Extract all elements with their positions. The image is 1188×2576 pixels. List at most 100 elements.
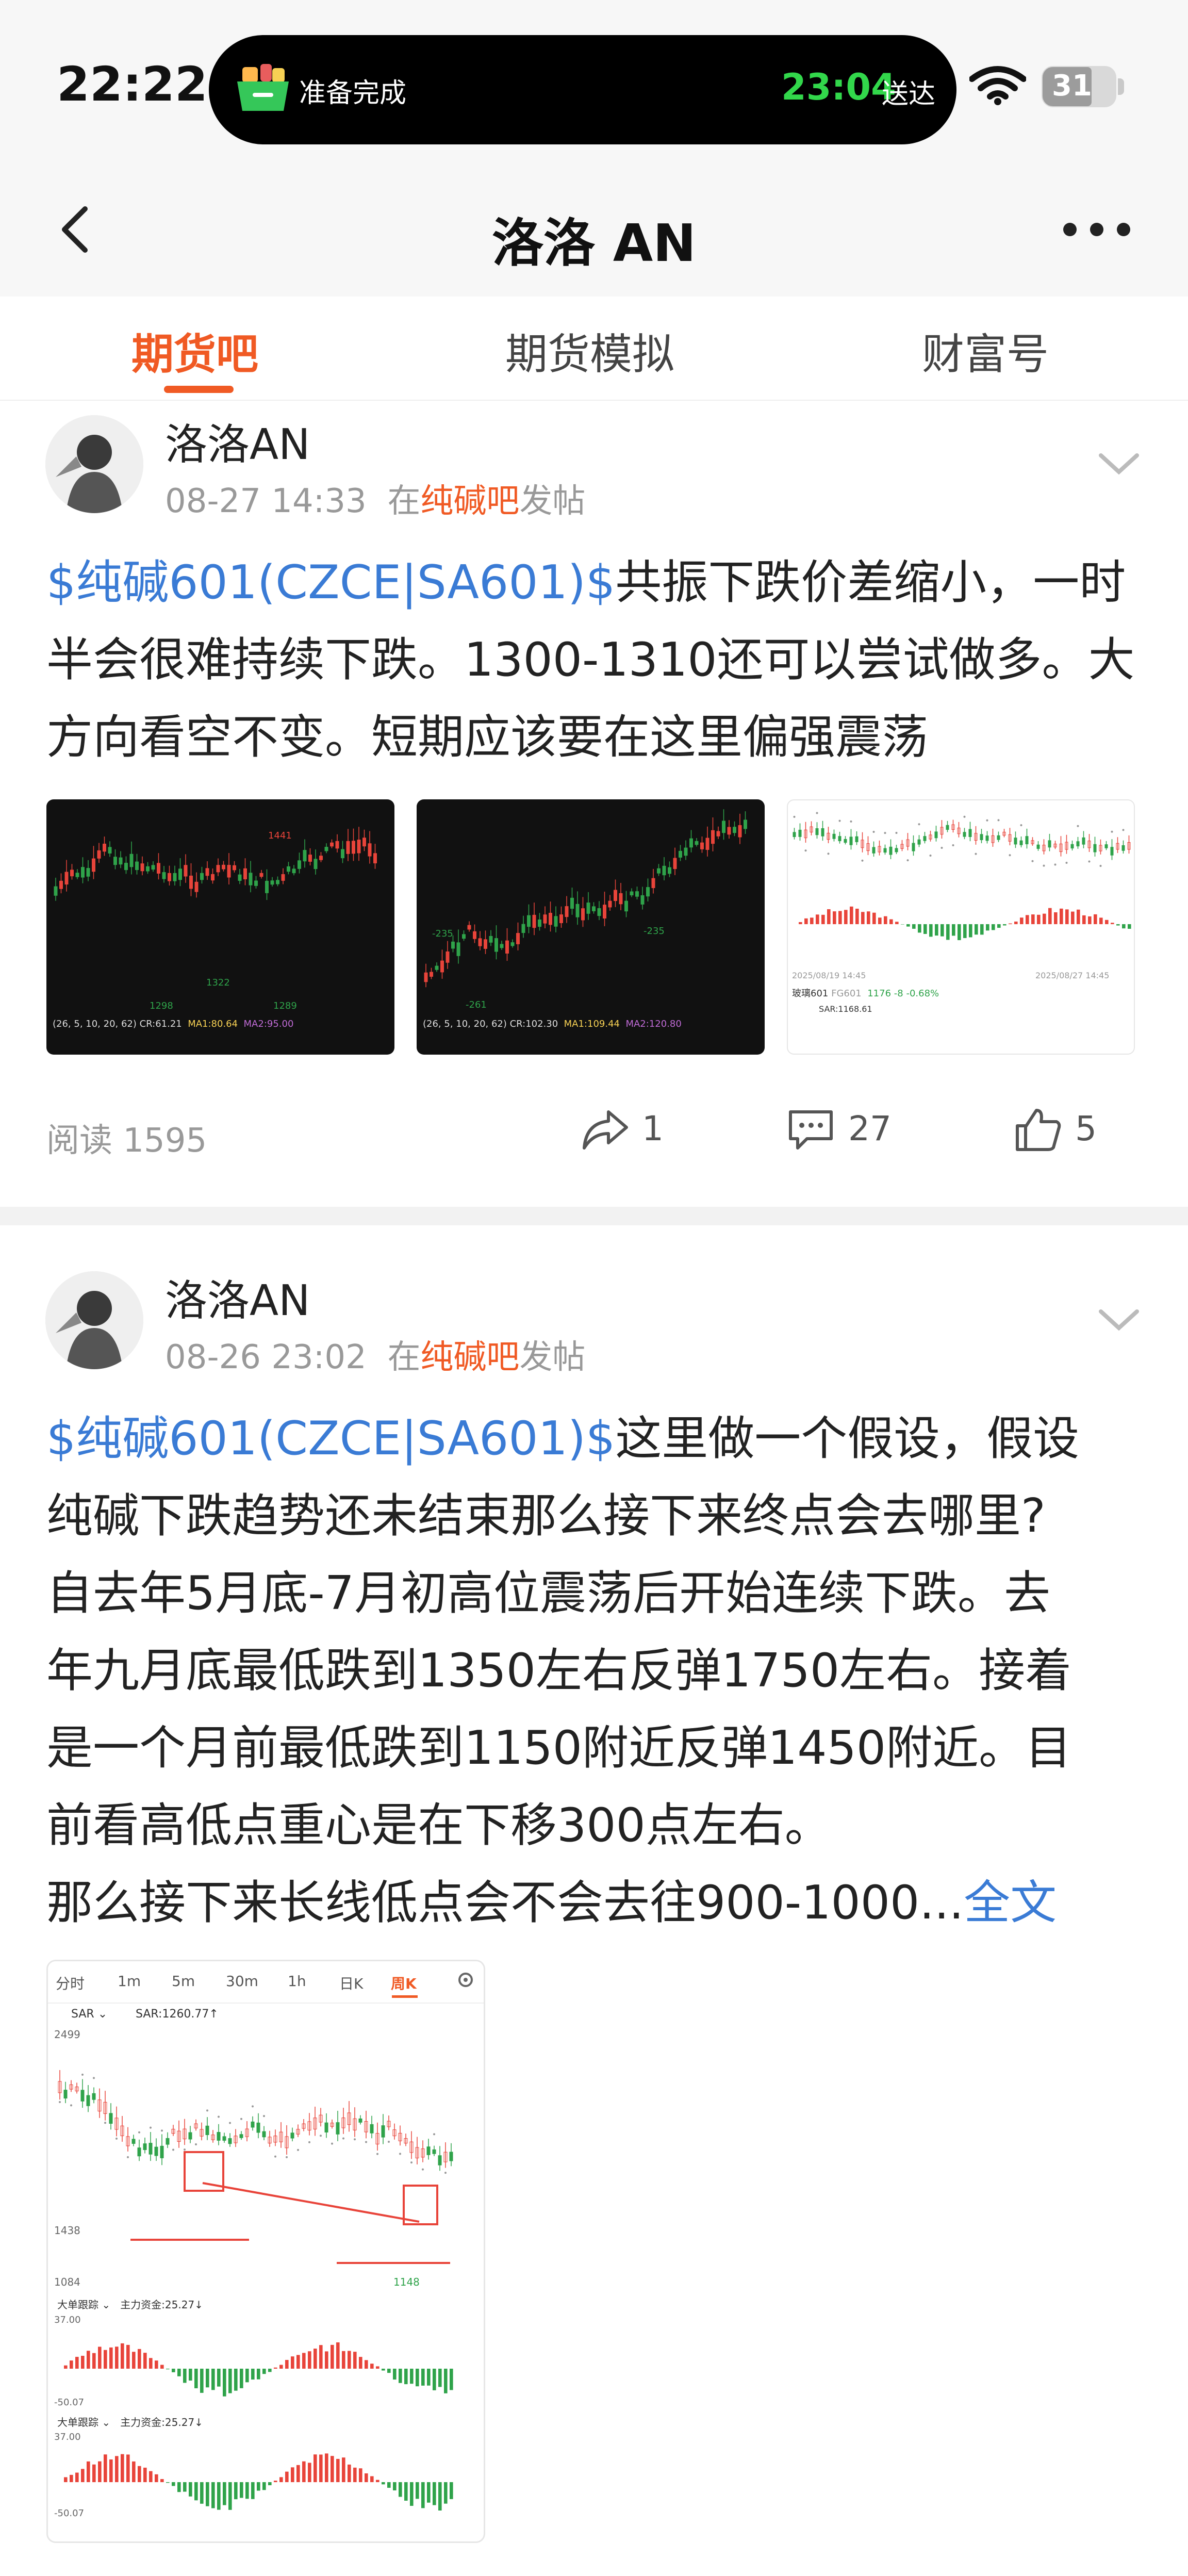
chevron-down-icon[interactable] [1098,1307,1140,1333]
candle-body [592,906,596,911]
post-body[interactable]: $纯碱601(CZCE|SA601)$共振下跌价差缩小，一时半会很难持续下跌。1… [46,544,1150,776]
candle-body [646,887,650,897]
stock-tag-link[interactable]: $纯碱601(CZCE|SA601)$ [46,555,615,610]
like-count[interactable]: 5 [1075,1109,1097,1148]
candle-body [162,872,166,879]
candle-body [426,2146,431,2155]
volume-bar [348,2464,351,2482]
volume-bar [399,2482,402,2497]
sar-dot [320,2135,322,2137]
stock-tag-link[interactable]: $纯碱601(CZCE|SA601)$ [46,1412,615,1466]
volume-bar [172,2482,175,2486]
candle-body [705,838,710,850]
candle-body [849,836,853,845]
avatar[interactable] [45,1271,143,1369]
candle-body [97,850,101,859]
tab-wealth[interactable]: 财富号 [922,320,1049,381]
candle-body [516,933,520,944]
volume-bar [296,2465,300,2482]
like-icon[interactable] [1013,1106,1062,1153]
sar-dot [884,832,886,834]
candle-body [239,2134,243,2138]
volume-bar [1048,908,1052,924]
candle-body [985,835,989,841]
avatar[interactable] [45,415,143,513]
post-line-1: $纯碱601(CZCE|SA601)$这里做一个假设，假设 [46,1412,1080,1466]
comment-count[interactable]: 27 [848,1109,892,1148]
share-icon[interactable] [580,1108,629,1152]
candle-body [695,841,699,845]
post-author[interactable]: 洛洛AN [165,1266,310,1327]
candle-body [265,880,269,893]
candle-body [1104,844,1108,848]
volume-bar [353,2467,357,2482]
candle-body [895,848,898,852]
volume-bar [827,909,831,924]
post-board-link[interactable]: 纯碱吧 [420,1338,519,1376]
candle-body [276,880,279,884]
candle-body [575,904,580,917]
volume-bar [1088,916,1092,924]
more-icon[interactable] [1062,222,1132,237]
read-more-link[interactable]: 全文 [964,1876,1057,1930]
thumb2-label-3: -261 [466,999,487,1010]
volume-bar [1077,909,1080,924]
candle-body [700,842,704,849]
candle-body [292,868,296,874]
volume-bar [194,2369,198,2388]
candle-body [432,2149,436,2154]
candle-body [70,869,74,877]
post-author[interactable]: 洛洛AN [165,410,310,471]
share-count[interactable]: 1 [642,1109,664,1148]
tab-futures-sim[interactable]: 期货模拟 [505,320,674,381]
candle-body [178,868,182,880]
volume-bar [262,2482,266,2490]
post-body[interactable]: $纯碱601(CZCE|SA601)$这里做一个假设，假设 纯碱下跌趋势还未结束… [46,1400,1150,1942]
volume-bar [217,2369,221,2387]
volume-bar [992,924,995,930]
volume-bar [382,2482,385,2485]
post-line-6: 前看高低点重心是在下移300点左右。 [46,1798,831,1852]
candle-body [75,873,79,877]
chevron-down-icon[interactable] [1098,451,1140,477]
tab-futures-bar[interactable]: 期货吧 [131,320,258,381]
comment-icon[interactable] [786,1108,835,1152]
candle-body [124,863,128,871]
volume-bar [861,912,865,924]
candle-body [473,931,476,939]
post-image-2[interactable]: -235 -235 -261 (26, 5, 10, 20, 62) CR:10… [417,799,765,1055]
volume-bar [285,2360,289,2369]
volume-bar [438,2369,442,2387]
volume-bar [1014,921,1018,924]
post-image-big-chart[interactable]: 分时 1m 5m 30m 1h 日K 周K SAR ⌄ SAR:1260.77↑… [46,1960,485,2543]
candle-body [446,951,450,963]
volume-bar [245,2369,249,2383]
volume-bar [433,2369,436,2390]
candle-body [424,972,428,982]
volume-bar [138,2349,141,2369]
sar-dot [365,2141,367,2143]
candle-body [478,938,482,946]
candle-body [855,836,859,842]
thumb3-date1: 2025/08/19 14:45 [792,971,866,980]
volume-bar [268,2369,272,2372]
sar-dot [929,854,932,857]
volume-bar [833,911,836,924]
volume-bar [138,2466,141,2482]
volume-bar [228,2482,232,2510]
volume-bar [228,2369,232,2393]
candle-body [1014,838,1017,845]
volume-bar [1122,924,1126,929]
post-image-3[interactable]: 2025/08/19 14:45 2025/08/27 14:45 玻璃601 … [787,799,1135,1055]
post-board-link[interactable]: 纯碱吧 [420,482,519,520]
candle-body [635,891,639,897]
candle-body [505,940,509,954]
candle-body [832,833,836,839]
volume-bar [160,2479,164,2482]
post-image-1[interactable]: 1441 1298 1322 1289 (26, 5, 10, 20, 62) … [46,799,394,1055]
volume-bar [1054,912,1058,924]
candle-body [438,2155,442,2165]
candle-body [381,2125,385,2138]
volume-bar [1128,924,1131,929]
candle-body [997,835,1000,840]
